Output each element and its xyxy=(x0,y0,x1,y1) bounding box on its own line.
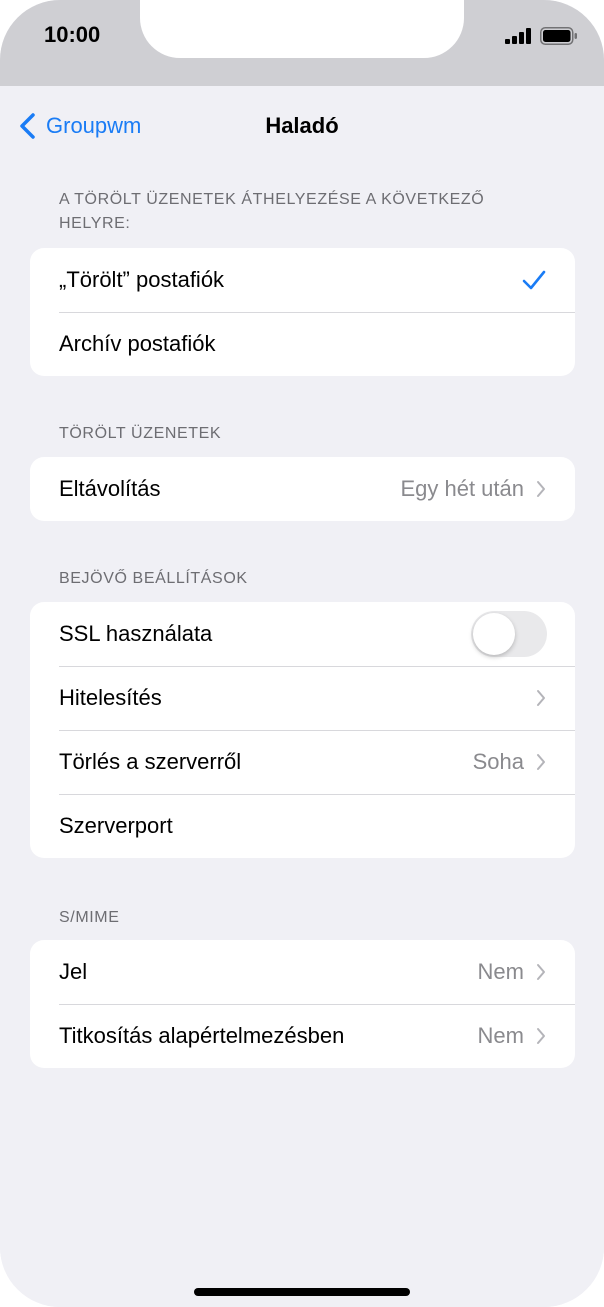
status-bar: 10:00 xyxy=(0,0,604,86)
row-encrypt-by-default[interactable]: Titkosítás alapértelmezésben Nem xyxy=(30,1004,575,1068)
chevron-right-icon xyxy=(537,964,545,980)
option-archive-mailbox[interactable]: Archív postafiók xyxy=(30,312,575,376)
notch xyxy=(140,0,464,58)
chevron-right-icon xyxy=(537,690,545,706)
toggle-knob xyxy=(473,613,515,655)
row-label: Archív postafiók xyxy=(59,331,216,356)
battery-icon xyxy=(540,27,577,45)
row-label: Törlés a szerverről xyxy=(59,749,242,774)
chevron-right-icon xyxy=(537,754,545,770)
section-header-deleted-messages: TÖRÖLT ÜZENETEK xyxy=(59,425,222,442)
section-header-move-deleted: A TÖRÖLT ÜZENETEK ÁTHELYEZÉSE A KÖVETKEZ… xyxy=(59,191,485,232)
settings-screen: Groupwm Haladó A TÖRÖLT ÜZENETEK ÁTHELYE… xyxy=(0,86,604,1307)
option-deleted-mailbox[interactable]: „Törölt” postafiók xyxy=(30,248,575,312)
row-authentication[interactable]: Hitelesítés xyxy=(30,666,575,730)
chevron-right-icon xyxy=(537,481,545,497)
row-delete-from-server[interactable]: Törlés a szerverről Soha xyxy=(30,730,575,794)
group-smime: Jel Nem Titkosítás alapértelmezésben Nem xyxy=(30,940,575,1068)
page-title: Haladó xyxy=(265,113,339,138)
checkmark-icon xyxy=(522,270,546,290)
row-remove[interactable]: Eltávolítás Egy hét után xyxy=(30,457,575,521)
row-sign[interactable]: Jel Nem xyxy=(30,940,575,1004)
row-use-ssl: SSL használata xyxy=(30,602,575,666)
section-header-incoming: BEJÖVŐ BEÁLLÍTÁSOK xyxy=(59,570,248,587)
home-indicator[interactable] xyxy=(194,1288,410,1296)
row-label: Titkosítás alapértelmezésben xyxy=(59,1023,345,1048)
row-label: Hitelesítés xyxy=(59,685,162,710)
chevron-right-icon xyxy=(537,1028,545,1044)
ssl-toggle[interactable] xyxy=(471,611,547,657)
navigation-bar: Groupwm Haladó xyxy=(0,86,604,166)
group-move-deleted: „Törölt” postafiók Archív postafiók xyxy=(30,248,575,376)
row-value: Egy hét után xyxy=(400,476,524,501)
section-header-smime: S/MIME xyxy=(59,909,120,926)
row-value: Soha xyxy=(472,749,524,774)
row-label: „Törölt” postafiók xyxy=(59,267,225,292)
group-deleted-messages: Eltávolítás Egy hét után xyxy=(30,457,575,521)
phone-frame: 10:00 Groupwm Haladó A TÖRÖLT ÜZENETEK Á… xyxy=(0,0,604,1307)
group-incoming: SSL használata Hitelesítés Törlés a szer… xyxy=(30,602,575,858)
row-label: SSL használata xyxy=(59,621,213,646)
row-server-port[interactable]: Szerverport xyxy=(30,794,575,858)
row-label: Eltávolítás xyxy=(59,476,161,501)
row-label: Szerverport xyxy=(59,813,173,838)
row-label: Jel xyxy=(59,959,88,984)
status-time: 10:00 xyxy=(44,22,101,47)
row-value: Nem xyxy=(477,959,524,984)
row-value: Nem xyxy=(477,1023,524,1048)
signal-icon xyxy=(505,28,531,44)
